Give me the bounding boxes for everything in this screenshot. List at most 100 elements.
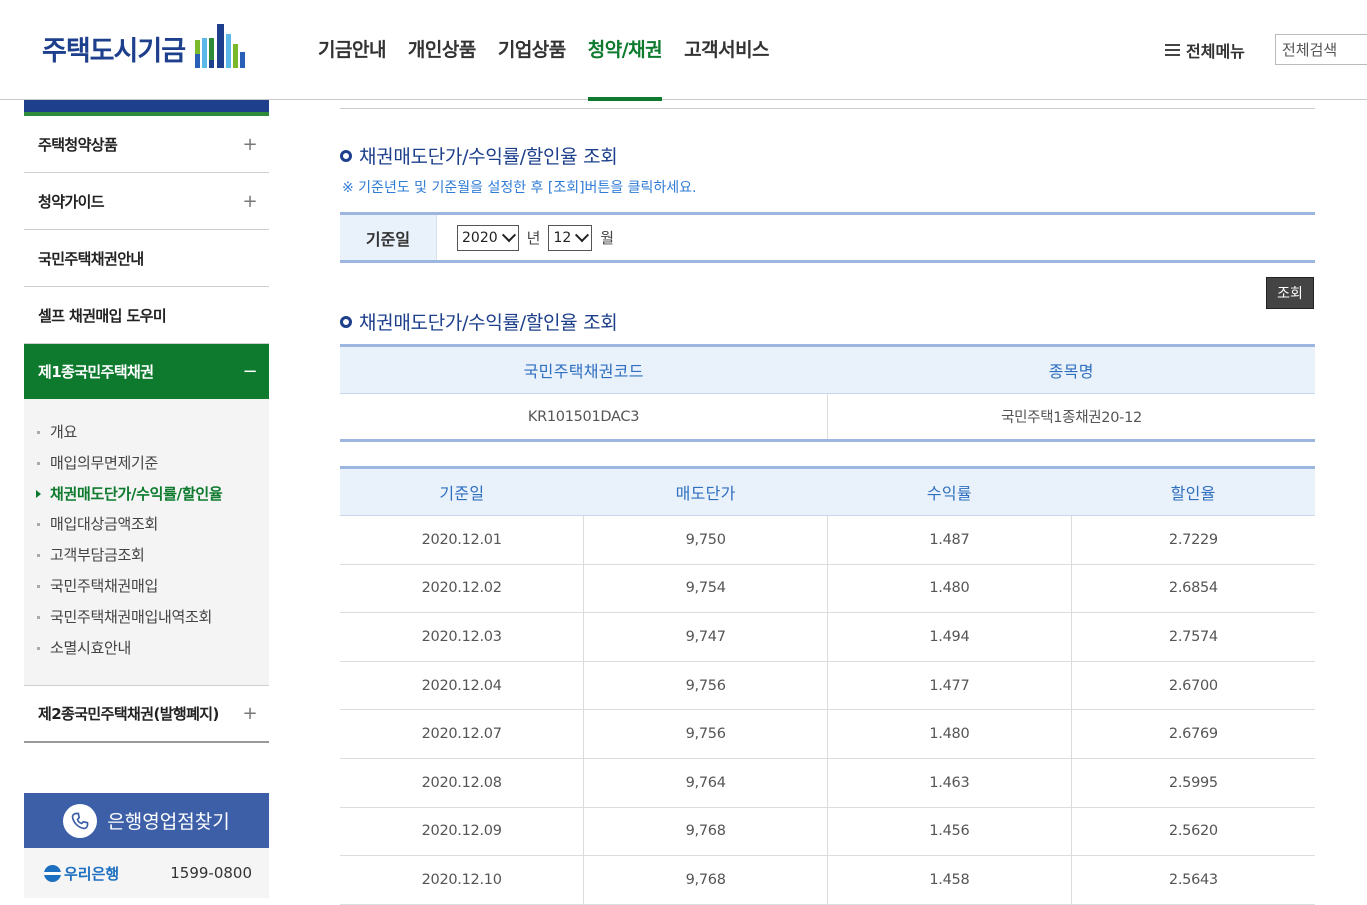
column-header-issue-name: 종목명	[827, 345, 1315, 394]
column-header-bond-code: 국민주택채권코드	[340, 345, 828, 394]
sidebar-item-label: 제2종국민주택채권(발행폐지)	[38, 705, 219, 724]
find-branch-label: 은행영업점찾기	[107, 811, 230, 833]
sidebar-item-subscription-guide[interactable]: 청약가이드 +	[24, 173, 269, 230]
submenu-exemption-criteria[interactable]: 매입의무면제기준	[24, 448, 269, 479]
discount-rate-cell: 2.5620	[1071, 807, 1315, 857]
section-title-query: 채권매도단가/수익률/할인율 조회	[340, 142, 618, 169]
nav-customer-service[interactable]: 고객서비스	[684, 0, 769, 100]
year-select[interactable]: 2020	[457, 224, 519, 251]
query-instructions: ※ 기준년도 및 기준월을 설정한 후 [조회]버튼을 클릭하세요.	[342, 180, 697, 196]
bank-branch-box: 은행영업점찾기 우리은행 1599-0800	[24, 793, 269, 898]
expand-plus-icon: +	[242, 133, 258, 155]
discount-rate-cell: 2.5995	[1071, 758, 1315, 808]
date-cell: 2020.12.08	[340, 758, 585, 808]
sidebar-item-label: 청약가이드	[38, 192, 105, 211]
yield-cell: 1.463	[827, 758, 1072, 808]
sidebar-submenu: 개요 매입의무면제기준 채권매도단가/수익률/할인율 매입대상금액조회 고객부담…	[24, 399, 269, 687]
discount-rate-cell: 2.7574	[1071, 612, 1315, 662]
site-header: 주택도시기금 기금안내 개인상품 기업상품 청약/채권 고객서비스 전체메뉴	[0, 0, 1367, 101]
date-cell: 2020.12.04	[340, 661, 585, 711]
filter-controls: 2020 년 12 월	[437, 215, 1315, 260]
global-search-input[interactable]	[1275, 34, 1367, 65]
year-select-value: 2020	[462, 229, 498, 246]
yield-cell: 1.487	[827, 515, 1072, 565]
table-row: 2020.12.04 9,756 1.477 2.6700	[340, 661, 1315, 711]
submenu-bond-price-yield[interactable]: 채권매도단가/수익률/할인율	[24, 479, 269, 510]
site-logo[interactable]: 주택도시기금	[42, 22, 251, 74]
discount-rate-cell: 2.6700	[1071, 661, 1315, 711]
table-header-row: 국민주택채권코드 종목명	[340, 345, 1315, 394]
find-branch-button[interactable]: 은행영업점찾기	[24, 793, 269, 848]
top-divider	[340, 108, 1315, 109]
submenu-purchase-amount-lookup[interactable]: 매입대상금액조회	[24, 509, 269, 540]
submenu-bond-purchase[interactable]: 국민주택채권매입	[24, 571, 269, 602]
bank-name: 우리은행	[64, 864, 120, 883]
discount-rate-cell: 2.7229	[1071, 515, 1315, 565]
section-bullet-icon	[340, 315, 352, 328]
yield-cell: 1.480	[827, 564, 1072, 614]
table-row: 2020.12.09 9,768 1.456 2.5620	[340, 807, 1315, 857]
sell-price-cell: 9,750	[583, 515, 828, 565]
yield-cell: 1.494	[827, 612, 1072, 662]
table-body: 2020.12.01 9,750 1.487 2.7229 2020.12.02 9,75…	[340, 515, 1315, 905]
submenu-customer-charge-lookup[interactable]: 고객부담금조회	[24, 540, 269, 571]
column-header-date: 기준일	[340, 467, 584, 516]
month-unit: 월	[600, 229, 615, 247]
phone-icon	[63, 803, 98, 838]
sidebar-item-label: 국민주택채권안내	[38, 249, 144, 268]
year-unit: 년	[526, 229, 541, 247]
date-cell: 2020.12.03	[340, 612, 585, 662]
table-row: 2020.12.03 9,747 1.494 2.7574	[340, 612, 1315, 662]
table-row: KR101501DAC3 국민주택1종채권20-12	[340, 393, 1315, 441]
issue-name-cell: 국민주택1종채권20-12	[1001, 410, 1142, 426]
filter-label: 기준일	[340, 215, 437, 260]
woori-bank-logo: 우리은행	[44, 863, 119, 884]
column-header-sell-price: 매도단가	[583, 467, 828, 516]
bond-price-table: 기준일 매도단가 수익률 할인율 2020.12.01 9,750 1.487 2.7…	[340, 466, 1315, 905]
submenu-extinctive-prescription[interactable]: 소멸시효안내	[24, 633, 269, 664]
yield-cell: 1.480	[827, 709, 1072, 759]
yield-cell: 1.456	[827, 807, 1072, 857]
sidebar-item-label: 제1종국민주택채권	[38, 363, 154, 381]
sidebar-top-bar	[24, 100, 269, 116]
nav-personal-products[interactable]: 개인상품	[408, 0, 476, 100]
sidebar-item-type2-bond[interactable]: 제2종국민주택채권(발행폐지) +	[24, 686, 269, 744]
submenu-overview[interactable]: 개요	[24, 417, 269, 448]
all-menu-label: 전체메뉴	[1186, 42, 1245, 61]
section-title-results: 채권매도단가/수익률/할인율 조회	[340, 308, 618, 335]
table-row: 2020.12.08 9,764 1.463 2.5995	[340, 758, 1315, 808]
sidebar-item-type1-bond[interactable]: 제1종국민주택채권 −	[24, 344, 269, 399]
month-select-value: 12	[553, 229, 572, 246]
bond-code-table: 국민주택채권코드 종목명 KR101501DAC3 국민주택1종채권20-12	[340, 344, 1315, 442]
woori-bank-icon	[44, 864, 61, 882]
chevron-down-icon	[501, 227, 516, 242]
sidebar: 주택청약상품 + 청약가이드 + 국민주택채권안내 셀프 채권매입 도우미 제1…	[24, 100, 269, 744]
nav-corporate-products[interactable]: 기업상품	[498, 0, 566, 100]
date-cell: 2020.12.02	[340, 564, 585, 614]
month-select[interactable]: 12	[548, 224, 593, 251]
date-cell: 2020.12.01	[340, 515, 585, 565]
bank-phone-number: 1599-0800	[170, 864, 252, 882]
chevron-down-icon	[575, 227, 590, 242]
sidebar-item-self-bond-helper[interactable]: 셀프 채권매입 도우미	[24, 287, 269, 344]
table-row: 2020.12.01 9,750 1.487 2.7229	[340, 515, 1315, 565]
search-button[interactable]: 조회	[1266, 277, 1314, 309]
sell-price-cell: 9,756	[583, 661, 828, 711]
sidebar-item-label: 주택청약상품	[38, 135, 118, 154]
logo-text: 주택도시기금	[42, 35, 186, 67]
all-menu-button[interactable]: 전체메뉴	[1165, 38, 1245, 62]
section-bullet-icon	[340, 149, 352, 162]
submenu-purchase-history[interactable]: 국민주택채권매입내역조회	[24, 602, 269, 633]
nav-fund-info[interactable]: 기금안내	[318, 0, 386, 100]
date-cell: 2020.12.09	[340, 807, 585, 857]
expand-plus-icon: +	[242, 190, 258, 212]
sell-price-cell: 9,754	[583, 564, 828, 614]
nav-subscription-bonds[interactable]: 청약/채권	[587, 0, 663, 101]
column-header-yield: 수익률	[827, 467, 1072, 516]
sidebar-item-bond-guide[interactable]: 국민주택채권안내	[24, 230, 269, 287]
column-header-discount-rate: 할인율	[1071, 467, 1315, 516]
sidebar-item-housing-subscription[interactable]: 주택청약상품 +	[24, 116, 269, 173]
date-cell: 2020.12.07	[340, 709, 585, 759]
logo-mark-icon	[195, 22, 251, 74]
table-row: 2020.12.07 9,756 1.480 2.6769	[340, 709, 1315, 759]
